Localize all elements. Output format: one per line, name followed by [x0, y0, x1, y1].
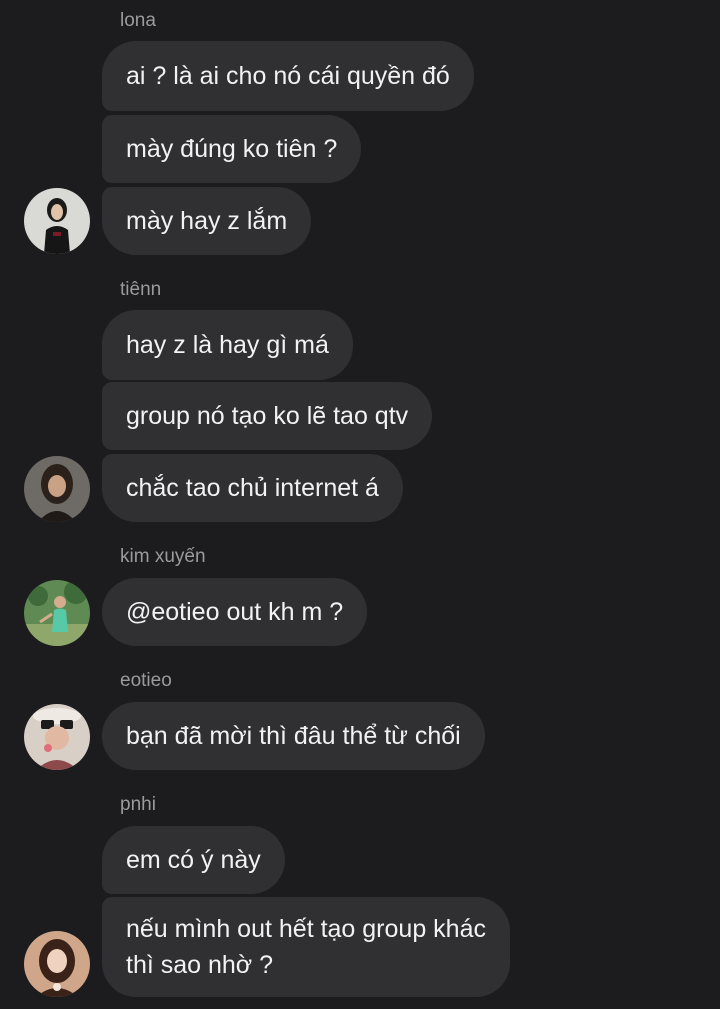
message-bubble[interactable]: mày hay z lắm	[102, 187, 312, 255]
message-bubble[interactable]: nếu mình out hết tạo group khác thì sao …	[102, 897, 510, 997]
message-bubble[interactable]: ai ? là ai cho nó cái quyền đó	[102, 41, 474, 111]
message-bubble[interactable]: chắc tao chủ internet á	[102, 454, 403, 522]
avatar-kim-xuyen[interactable]	[24, 580, 90, 646]
message-bubble[interactable]: em có ý này	[102, 826, 285, 894]
message-bubble[interactable]: group nó tạo ko lẽ tao qtv	[102, 382, 433, 450]
message-bubble[interactable]: bạn đã mời thì đâu thể từ chối	[102, 702, 485, 770]
sender-name-tienn: tiênn	[120, 279, 162, 300]
sender-name-pnhi: pnhi	[120, 794, 156, 815]
sender-name-eotieo: eotieo	[120, 670, 172, 691]
message-bubble[interactable]: hay z là hay gì má	[102, 310, 353, 380]
message-bubble[interactable]: @eotieo out kh m ?	[102, 578, 368, 646]
sender-name-lona: lona	[120, 10, 156, 31]
avatar-pnhi[interactable]	[24, 931, 90, 997]
avatar-tienn[interactable]	[24, 456, 90, 522]
message-bubble[interactable]: mày đúng ko tiên ?	[102, 115, 362, 183]
sender-name-kim-xuyen: kim xuyến	[120, 546, 206, 567]
avatar-eotieo[interactable]	[24, 704, 90, 770]
chat-thread: lona ai ? là ai cho nó cái quyền đó mày …	[0, 0, 720, 1009]
avatar-lona[interactable]	[24, 188, 90, 254]
